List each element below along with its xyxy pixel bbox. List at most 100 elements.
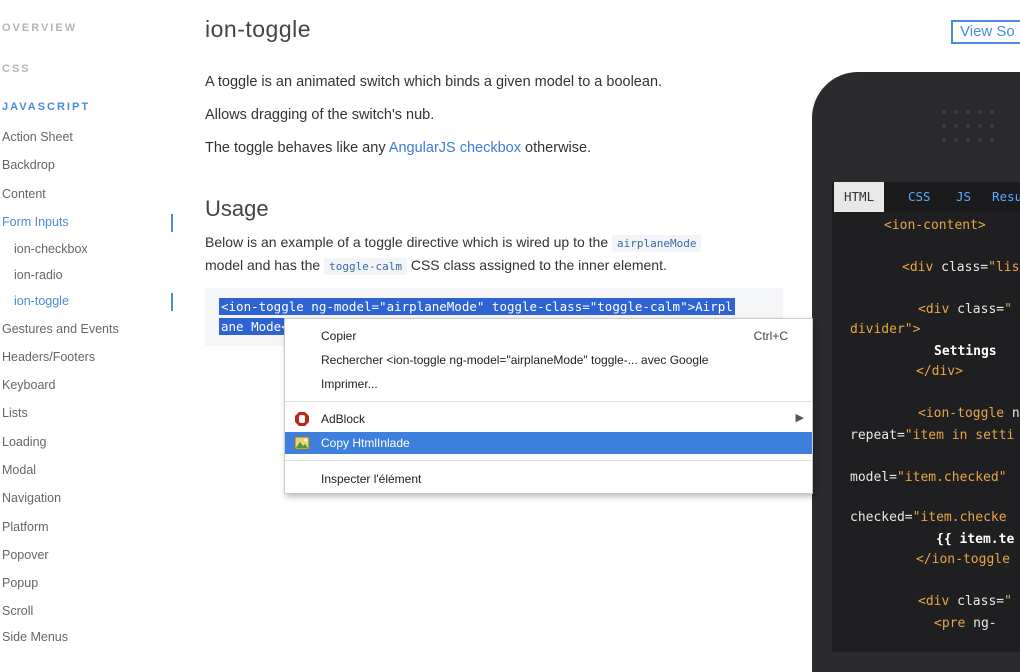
sidebar-item-content[interactable]: Content [2,187,46,201]
menu-separator [285,460,812,461]
airplane-mode-code: airplaneMode [612,235,702,252]
sidebar-section-javascript[interactable]: JAVASCRIPT [2,101,90,113]
behavior-text-before: The toggle behaves like any [205,140,389,156]
codepen-tabs: HTML CSS JS Resu [832,182,1020,212]
menu-item-copier[interactable]: Copier Ctrl+C [285,325,812,347]
sidebar-item-popover[interactable]: Popover [2,548,49,562]
sidebar-item-scroll[interactable]: Scroll [2,604,33,618]
sidebar-item-keyboard[interactable]: Keyboard [2,378,56,392]
code-line: Settings [934,344,997,359]
usage-text-2: model and has the [205,257,325,273]
menu-item-inspecter[interactable]: Inspecter l'élément [285,468,812,490]
tab-js[interactable]: JS [956,182,971,212]
code-token: "item in setti [904,428,1015,443]
code-token: <ion-content> [884,218,986,233]
code-line: <div class=" [918,594,1012,609]
drag-paragraph: Allows dragging of the switch's nub. [205,107,435,123]
tab-html[interactable]: HTML [834,182,885,212]
code-token: " [1004,594,1012,609]
code-line: repeat="item in setti [850,428,1014,443]
sidebar-item-side-menus[interactable]: Side Menus [2,630,68,644]
sidebar-item-popup[interactable]: Popup [2,576,38,590]
menu-item-copy-htmlinlade[interactable]: Copy HtmlInlade [285,432,812,454]
sidebar-item-navigation[interactable]: Navigation [2,491,61,505]
menu-item-label: AdBlock [321,412,366,426]
sidebar-item-action-sheet[interactable]: Action Sheet [2,130,73,144]
code-token: "item.checked" [896,470,1007,485]
menu-item-label: Imprimer... [321,377,378,391]
menu-item-rechercher[interactable]: Rechercher <ion-toggle ng-model="airplan… [285,349,812,371]
phone-screen: HTML CSS JS Resu <ion-content> <div class… [832,182,1020,652]
sidebar-item-ion-toggle[interactable]: ion-toggle [14,294,69,308]
code-token: checked= [850,510,913,525]
sidebar-item-backdrop[interactable]: Backdrop [2,158,55,172]
sidebar-item-headers-footers[interactable]: Headers/Footers [2,350,95,364]
menu-item-label: Rechercher <ion-toggle ng-model="airplan… [321,353,709,367]
code-token: <pre [934,616,974,631]
phone-speaker-grille [942,110,994,142]
toggle-calm-code: toggle-calm [324,258,407,275]
menu-separator [285,401,812,402]
code-token: <div [918,594,958,609]
code-token: " [1004,302,1012,317]
code-token: class= [957,302,1005,317]
code-token: Settings [934,344,997,359]
sidebar-item-modal[interactable]: Modal [2,463,36,477]
code-token: </div> [916,364,963,379]
tab-css[interactable]: CSS [908,182,931,212]
code-line: <ion-toggle n [918,406,1020,421]
sidebar-item-gestures[interactable]: Gestures and Events [2,322,119,336]
code-token: <div [918,302,958,317]
usage-paragraph-2: model and has the toggle-calm CSS class … [205,257,667,275]
code-line: <ion-content> [884,218,986,233]
view-source-button[interactable]: View So [951,20,1020,44]
code-token: "lis [988,260,1020,275]
sidebar-active-marker [171,214,173,232]
code-token: n [1011,406,1020,421]
angularjs-checkbox-link[interactable]: AngularJS checkbox [389,140,521,156]
tab-result[interactable]: Resu [992,182,1020,212]
usage-heading: Usage [205,196,269,221]
sidebar-section-overview[interactable]: OVERVIEW [2,22,77,34]
context-menu: Copier Ctrl+C Rechercher <ion-toggle ng-… [284,318,813,494]
code-token: </ion-toggle [916,552,1010,567]
code-token: "item.checke [912,510,1007,525]
page-title: ion-toggle [205,16,312,42]
code-token: class= [957,594,1005,609]
sidebar-section-css[interactable]: CSS [2,63,31,75]
menu-item-adblock[interactable]: AdBlock ▶ [285,408,812,430]
menu-item-label: Copier [321,329,357,343]
sidebar-item-form-inputs[interactable]: Form Inputs [2,215,69,229]
code-line-selected[interactable]: <ion-toggle ng-model="airplaneMode" togg… [219,298,735,315]
adblock-icon [295,412,309,426]
code-line: divider"> [850,322,920,337]
code-token: {{ item.te [936,532,1015,547]
code-line: </ion-toggle [916,552,1010,567]
docs-sidebar: OVERVIEW CSS JAVASCRIPT Action Sheet Bac… [0,0,190,644]
code-token: model= [850,470,897,485]
code-line: {{ item.te [936,532,1014,547]
behavior-text-after: otherwise. [520,140,592,156]
usage-text-3: CSS class assigned to the inner element. [406,257,667,273]
usage-paragraph-1: Below is an example of a toggle directiv… [205,234,702,252]
intro-paragraph: A toggle is an animated switch which bin… [205,74,663,90]
sidebar-item-lists[interactable]: Lists [2,406,28,420]
code-token: ng- [973,616,997,631]
code-line: <pre ng- [934,616,997,631]
code-token: class= [941,260,989,275]
code-token: repeat= [850,428,905,443]
sidebar-item-ion-checkbox[interactable]: ion-checkbox [14,242,88,256]
menu-item-imprimer[interactable]: Imprimer... [285,373,812,395]
sidebar-item-platform[interactable]: Platform [2,520,49,534]
code-token: <ion-toggle [918,406,1012,421]
menu-item-label: Copy HtmlInlade [321,436,410,450]
image-icon [294,436,310,450]
code-line: checked="item.checke [850,510,1007,525]
sidebar-active-marker [171,293,173,311]
menu-item-shortcut: Ctrl+C [753,329,788,343]
sidebar-item-ion-radio[interactable]: ion-radio [14,268,63,282]
code-line: model="item.checked" [850,470,1007,485]
sidebar-item-loading[interactable]: Loading [2,435,47,449]
submenu-arrow-icon: ▶ [795,412,804,424]
code-line: </div> [916,364,963,379]
